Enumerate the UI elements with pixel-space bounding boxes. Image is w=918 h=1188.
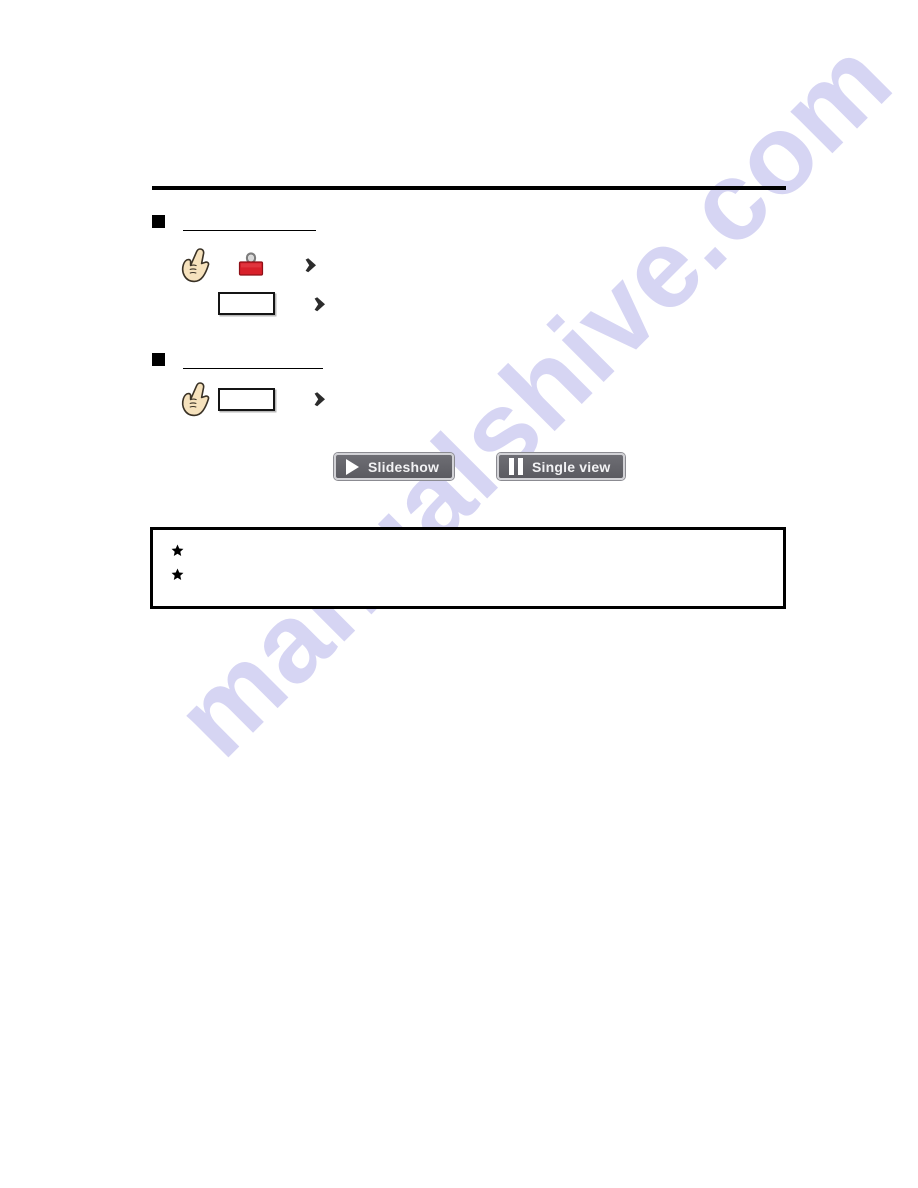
red-padlock-icon (236, 252, 266, 278)
page-content: Slideshow Single view (0, 0, 918, 1188)
right-arrow-icon (305, 388, 327, 410)
single-view-button[interactable]: Single view (497, 453, 626, 480)
star-icon (171, 568, 184, 581)
slideshow-button[interactable]: Slideshow (334, 453, 455, 480)
note-list-item (153, 544, 783, 568)
section-heading-2 (152, 352, 323, 369)
note-list (153, 530, 783, 592)
section-title-underline (183, 352, 323, 369)
pointing-hand-icon (180, 380, 210, 418)
pointing-hand-icon (180, 246, 210, 284)
right-arrow-icon (296, 254, 318, 276)
blank-value-box[interactable] (218, 292, 275, 315)
note-list-item (153, 568, 783, 592)
header-rule (152, 186, 786, 190)
play-icon (346, 458, 359, 475)
note-box (150, 527, 786, 609)
step-row-1-1 (180, 246, 318, 284)
section-title-underline (183, 214, 316, 231)
section-heading-1 (152, 214, 316, 231)
square-bullet-icon (152, 353, 165, 366)
document-page: manualshive.com Slideshow Single view (0, 0, 918, 1188)
slideshow-button-label: Slideshow (368, 458, 440, 475)
step-row-1-2 (218, 292, 327, 315)
star-icon (171, 544, 184, 557)
pause-icon (509, 458, 523, 475)
square-bullet-icon (152, 215, 165, 228)
blank-value-box[interactable] (218, 387, 275, 411)
step-row-2-1 (180, 380, 327, 418)
right-arrow-icon (305, 293, 327, 315)
single-view-button-label: Single view (532, 458, 611, 475)
